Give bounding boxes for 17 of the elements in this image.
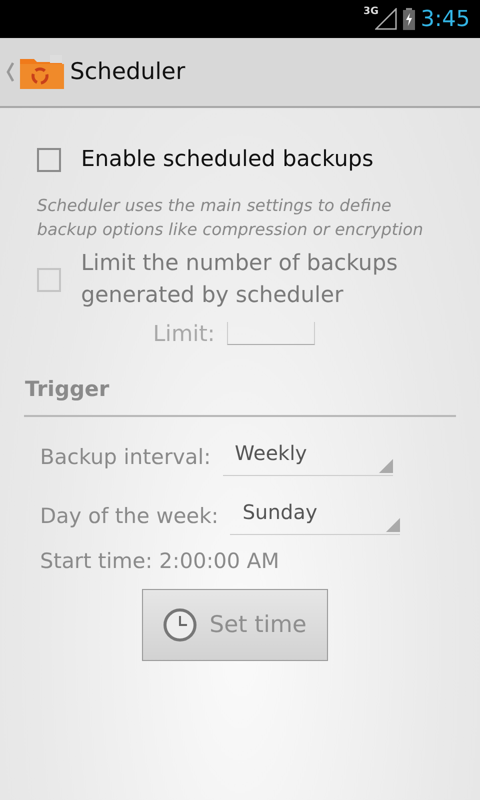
clock: 3:45 [420,6,470,32]
clock-icon [163,608,198,642]
checkbox-label: Limit the number of backups generated by scheduler [81,250,399,310]
section-heading: Trigger [24,377,110,401]
field-label: Backup interval: [40,444,211,468]
limit-label: Limit: [153,322,215,347]
start-time-text: Start time: 2:00:00 AM [39,549,280,573]
battery-icon [402,8,415,30]
checkbox-label: Enable scheduled backups [81,146,374,174]
back-caret-icon[interactable] [6,62,14,82]
screen-title: Scheduler [70,59,186,85]
checkbox[interactable] [37,148,61,172]
description-text: Scheduler uses the main settings to define backup options like compression or encryption [36,195,424,241]
dropdown-corner-icon [378,459,393,473]
network-type: 3G [363,6,379,17]
dropdown-corner-icon [386,518,400,532]
field-label: Day of the week: [40,504,218,528]
